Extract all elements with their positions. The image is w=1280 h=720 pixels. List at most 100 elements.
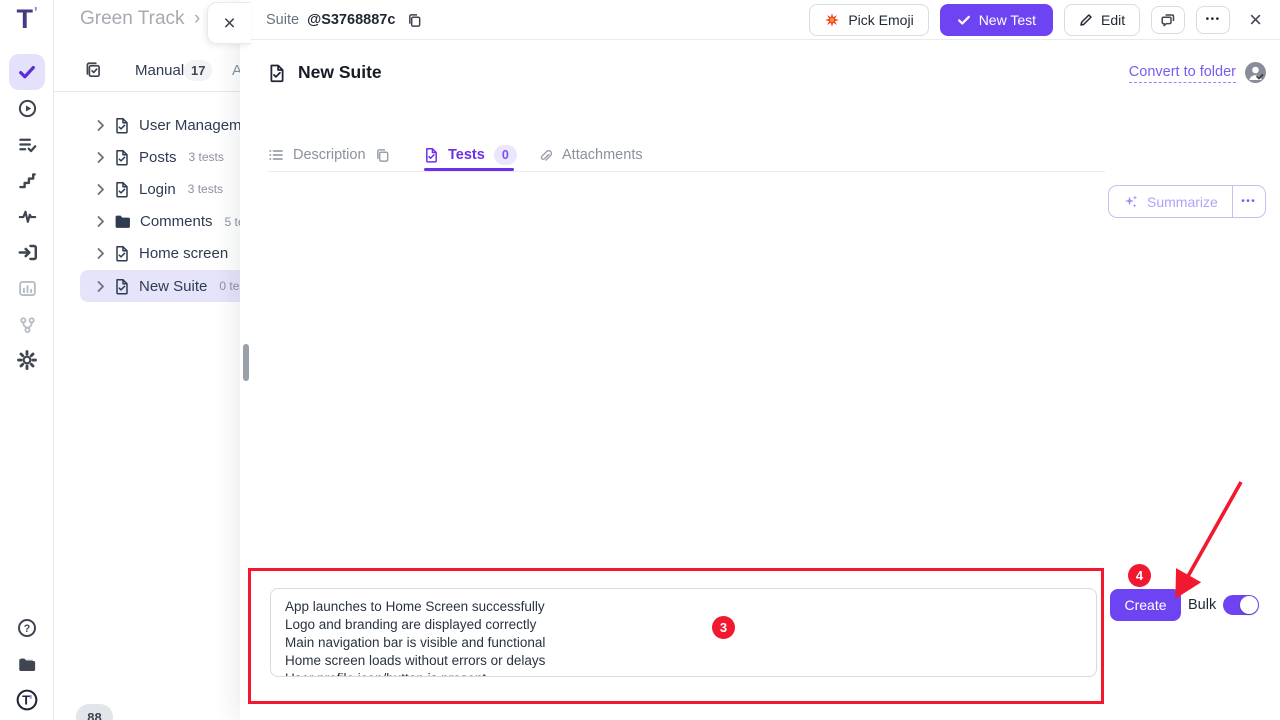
account-logo-icon: T bbox=[16, 689, 38, 711]
svg-text:T: T bbox=[22, 693, 30, 708]
tree-row-label: Login bbox=[139, 181, 176, 198]
tests-count-badge: 0 bbox=[494, 145, 517, 165]
list-check-icon bbox=[18, 135, 37, 154]
more-actions-button[interactable]: ••• bbox=[1196, 6, 1230, 34]
suite-doc-icon bbox=[268, 63, 286, 83]
copy-description-icon[interactable] bbox=[375, 148, 390, 163]
drawer-close-button[interactable]: × bbox=[207, 2, 251, 44]
chevron-right-icon[interactable] bbox=[97, 216, 105, 227]
suite-title: New Suite bbox=[298, 62, 382, 83]
tab-tests-label: Tests bbox=[448, 147, 485, 163]
tab-manual[interactable]: Manual bbox=[135, 62, 184, 79]
suite-doc-icon bbox=[114, 278, 130, 295]
gear-icon bbox=[17, 350, 37, 370]
breadcrumb-chevron-icon: › bbox=[194, 8, 200, 30]
edit-label: Edit bbox=[1101, 12, 1125, 28]
summarize-label: Summarize bbox=[1147, 194, 1218, 210]
check-icon bbox=[957, 13, 971, 27]
account-nav-icon[interactable]: T bbox=[9, 682, 45, 718]
branches-nav-icon[interactable] bbox=[9, 306, 45, 342]
chevron-right-icon[interactable] bbox=[97, 152, 105, 163]
chevron-right-icon[interactable] bbox=[97, 248, 105, 259]
plans-nav-icon[interactable] bbox=[9, 126, 45, 162]
sparkles-icon bbox=[1123, 194, 1139, 210]
help-nav-icon[interactable]: ? bbox=[9, 610, 45, 646]
summarize-more-button[interactable]: ••• bbox=[1233, 186, 1265, 217]
tree-row-label: New Suite bbox=[139, 278, 207, 295]
edit-button[interactable]: Edit bbox=[1064, 4, 1140, 36]
collision-emoji-icon bbox=[824, 12, 840, 28]
entity-type-label: Suite bbox=[266, 12, 299, 28]
suite-doc-icon bbox=[114, 181, 130, 198]
bulk-toggle[interactable] bbox=[1223, 595, 1259, 615]
suite-detail-drawer: Suite @S3768887c Pick Emoji New Test Edi… bbox=[240, 0, 1280, 720]
drawer-resize-handle[interactable] bbox=[243, 344, 249, 381]
bulk-toggle-label: Bulk bbox=[1188, 597, 1216, 613]
close-icon[interactable]: × bbox=[1249, 9, 1262, 31]
svg-text:?: ? bbox=[24, 623, 30, 635]
pick-emoji-button[interactable]: Pick Emoji bbox=[809, 4, 928, 36]
close-icon: × bbox=[223, 13, 235, 34]
tree-row-count: 3 tests bbox=[189, 150, 224, 164]
tests-nav-icon[interactable] bbox=[9, 54, 45, 90]
app-screen: T' ? bbox=[0, 0, 1280, 720]
pencil-icon bbox=[1079, 13, 1093, 27]
stairs-icon bbox=[18, 171, 37, 190]
project-title[interactable]: Green Track bbox=[80, 8, 185, 30]
play-circle-icon bbox=[18, 99, 37, 118]
suite-id: @S3768887c bbox=[307, 12, 395, 28]
reports-nav-icon[interactable] bbox=[9, 270, 45, 306]
tab-description-label: Description bbox=[293, 147, 366, 163]
tab-description[interactable]: Description bbox=[268, 140, 390, 170]
assignee-avatar[interactable] bbox=[1245, 62, 1266, 83]
comments-button[interactable] bbox=[1151, 6, 1185, 34]
chevron-right-icon[interactable] bbox=[97, 281, 105, 292]
suite-doc-icon bbox=[114, 245, 130, 262]
ellipsis-icon: ••• bbox=[1241, 197, 1256, 207]
pick-emoji-label: Pick Emoji bbox=[848, 12, 913, 28]
create-button[interactable]: Create bbox=[1110, 589, 1181, 621]
annotation-step-4-badge: 4 bbox=[1128, 564, 1151, 587]
folder-icon bbox=[17, 654, 37, 674]
paperclip-icon bbox=[538, 148, 553, 163]
runs-nav-icon[interactable] bbox=[9, 90, 45, 126]
tab-attachments[interactable]: Attachments bbox=[538, 140, 643, 170]
chevron-right-icon[interactable] bbox=[97, 120, 105, 131]
toggle-knob bbox=[1240, 596, 1258, 614]
tab-attachments-label: Attachments bbox=[562, 147, 643, 163]
notification-badge: 88 bbox=[76, 704, 113, 720]
steps-nav-icon[interactable] bbox=[9, 162, 45, 198]
summarize-split-button: Summarize ••• bbox=[1108, 185, 1266, 218]
projects-nav-icon[interactable] bbox=[9, 646, 45, 682]
tree-row-label: Comments bbox=[140, 213, 213, 230]
suite-doc-icon bbox=[114, 149, 130, 166]
tabs-divider bbox=[268, 171, 1105, 172]
new-test-button[interactable]: New Test bbox=[940, 4, 1053, 36]
manual-count-badge: 17 bbox=[184, 60, 212, 81]
left-icon-rail: T' ? bbox=[0, 0, 54, 720]
git-branch-icon bbox=[18, 315, 37, 334]
summarize-button[interactable]: Summarize bbox=[1109, 186, 1232, 217]
tests-doc-icon bbox=[424, 147, 439, 163]
check-icon bbox=[17, 62, 37, 82]
question-circle-icon: ? bbox=[17, 618, 37, 638]
analytics-pulse-nav-icon[interactable] bbox=[9, 198, 45, 234]
list-icon bbox=[268, 147, 284, 163]
sign-in-icon bbox=[18, 243, 37, 262]
settings-nav-icon[interactable] bbox=[9, 342, 45, 378]
convert-to-folder-link[interactable]: Convert to folder bbox=[1129, 64, 1236, 83]
app-logo[interactable]: T' bbox=[8, 4, 46, 36]
copy-suite-id-icon[interactable] bbox=[407, 13, 422, 28]
user-check-avatar-icon bbox=[1245, 62, 1266, 83]
manual-tests-icon bbox=[84, 61, 102, 84]
drawer-header: Suite @S3768887c Pick Emoji New Test Edi… bbox=[240, 0, 1280, 40]
tab-tests[interactable]: Tests 0 bbox=[424, 140, 517, 170]
tree-row-label: Posts bbox=[139, 149, 177, 166]
ellipsis-icon: ••• bbox=[1206, 15, 1221, 25]
bulk-tests-textarea[interactable]: App launches to Home Screen successfully… bbox=[270, 588, 1097, 677]
chevron-right-icon[interactable] bbox=[97, 184, 105, 195]
comment-icon bbox=[1160, 12, 1176, 28]
tree-row-count: 3 tests bbox=[188, 182, 223, 196]
import-nav-icon[interactable] bbox=[9, 234, 45, 270]
tree-row-label: Home screen bbox=[139, 245, 228, 262]
